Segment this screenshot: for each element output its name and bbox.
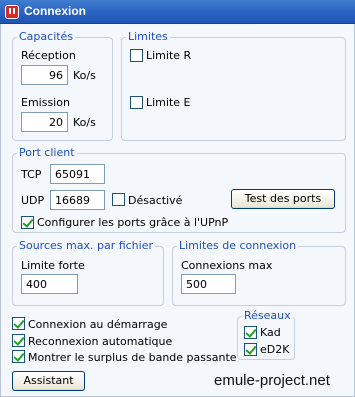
overhead-label[interactable]: Montrer le surplus de bande passante [28,351,237,364]
tcp-port-input[interactable] [50,164,105,184]
window-title: Connexion [24,4,86,18]
emission-label: Emission [21,96,70,109]
hard-limit-input[interactable] [21,274,78,294]
hard-limit-label: Limite forte [21,259,85,272]
reconnect-checkbox[interactable] [12,334,25,347]
upnp-label[interactable]: Configurer les ports grâce à l'UPnP [37,216,228,229]
udp-disabled-checkbox[interactable] [112,193,125,206]
overhead-checkbox[interactable] [12,350,25,363]
port-client-legend: Port client [17,146,77,159]
udp-disabled-label[interactable]: Désactivé [128,194,182,207]
sources-legend: Sources max. par fichier [17,239,156,252]
connection-limits-legend: Limites de connexion [177,239,299,252]
networks-legend: Réseaux [242,309,293,322]
limits-legend: Limites [126,30,170,43]
autoconnect-label[interactable]: Connexion au démarrage [28,318,167,331]
reception-label: Réception [21,49,76,62]
upnp-checkbox[interactable] [21,216,34,229]
kad-checkbox[interactable] [244,326,257,339]
ed2k-checkbox[interactable] [244,343,257,356]
watermark-text: emule-project.net [214,372,330,389]
reception-input[interactable] [21,65,68,85]
max-connections-input[interactable] [181,274,236,294]
reconnect-label[interactable]: Reconnexion automatique [28,335,172,348]
max-connections-label: Connexions max [181,259,273,272]
reception-unit: Ko/s [73,69,96,82]
tcp-label: TCP [21,168,42,181]
connection-plug-icon [5,5,19,19]
kad-label[interactable]: Kad [260,326,281,339]
autoconnect-checkbox[interactable] [12,317,25,330]
udp-label: UDP [21,194,45,207]
ed2k-label[interactable]: eD2K [260,343,289,356]
udp-port-input[interactable] [50,190,105,210]
title-bar: Connexion [0,0,355,24]
emission-input[interactable] [21,112,68,132]
limit-e-checkbox[interactable] [130,96,143,109]
limit-r-label[interactable]: Limite R [146,49,191,62]
wizard-button[interactable]: Assistant [12,371,85,391]
test-ports-button[interactable]: Test des ports [231,189,335,209]
capacities-legend: Capacités [17,30,76,43]
limit-r-checkbox[interactable] [130,49,143,62]
emission-unit: Ko/s [73,116,96,129]
limit-e-label[interactable]: Limite E [146,96,190,109]
